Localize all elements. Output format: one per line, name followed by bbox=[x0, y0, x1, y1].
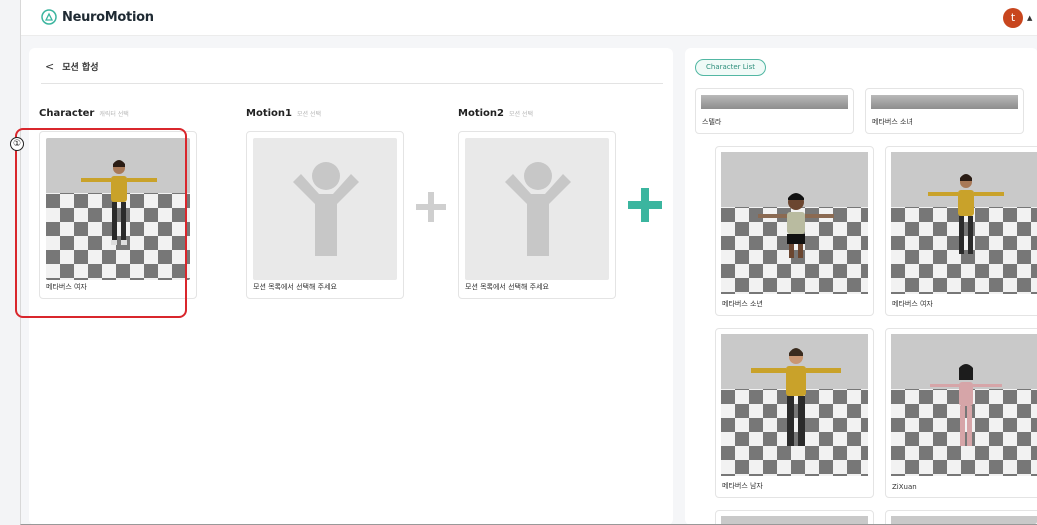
character-label: 메타버스 소녀 bbox=[872, 118, 913, 126]
character-card[interactable]: 메타버스 소녀 bbox=[865, 88, 1024, 134]
brand-logo[interactable]: NeuroMotion bbox=[41, 9, 154, 25]
back-nav[interactable]: < 모션 합성 bbox=[45, 60, 98, 73]
character-list-tab[interactable]: Character List bbox=[695, 59, 767, 76]
slot-title: Motion1 bbox=[246, 108, 292, 119]
slot-subtitle: 모션 선택 bbox=[508, 111, 533, 118]
top-bar: NeuroMotion t ▲ bbox=[21, 0, 1037, 36]
character-label: ZiXuan bbox=[892, 483, 917, 491]
brand-name: NeuroMotion bbox=[62, 9, 154, 25]
plus-icon bbox=[416, 192, 446, 222]
character-label: 메타버스 소년 bbox=[722, 300, 763, 308]
character-list-panel: Character List 스텔라 메타버스 소녀 메타버스 소년 메타버스 … bbox=[685, 48, 1037, 524]
character-card[interactable]: 메타버스 소년 bbox=[715, 146, 874, 316]
person-placeholder-icon bbox=[293, 162, 359, 256]
character-thumbnail bbox=[721, 516, 868, 524]
character-thumbnail bbox=[891, 334, 1037, 476]
character-thumbnail bbox=[891, 516, 1037, 524]
empty-motion-placeholder bbox=[253, 138, 397, 280]
character-card[interactable] bbox=[715, 510, 874, 524]
slot-title: Motion2 bbox=[458, 108, 504, 119]
add-motion-plus-icon[interactable] bbox=[626, 186, 664, 224]
character-card[interactable]: 메타버스 여자 bbox=[885, 146, 1037, 316]
motion2-slot-card[interactable]: 모션 목록에서 선택해 주세요 bbox=[458, 131, 616, 299]
slot-subtitle: 모션 선택 bbox=[296, 111, 321, 118]
caret-up-icon[interactable]: ▲ bbox=[1027, 14, 1032, 22]
card-label: 모션 목록에서 선택해 주세요 bbox=[253, 283, 337, 291]
slot-title: Character bbox=[39, 108, 95, 119]
divider bbox=[41, 83, 663, 84]
card-label: 모션 목록에서 선택해 주세요 bbox=[465, 283, 549, 291]
character-label: 스텔라 bbox=[702, 118, 722, 126]
character-label: 메타버스 여자 bbox=[892, 300, 933, 308]
motion1-slot-card[interactable]: 모션 목록에서 선택해 주세요 bbox=[246, 131, 404, 299]
selection-highlight bbox=[15, 128, 187, 318]
character-card[interactable]: ZiXuan bbox=[885, 328, 1037, 498]
character-card[interactable]: 메타버스 남자 bbox=[715, 328, 874, 498]
character-card[interactable] bbox=[885, 510, 1037, 524]
character-card[interactable]: 스텔라 bbox=[695, 88, 854, 134]
step-badge: ① bbox=[10, 137, 24, 151]
motion2-slot-header: Motion2 모션 선택 bbox=[458, 108, 533, 119]
character-label: 메타버스 남자 bbox=[722, 482, 763, 490]
character-thumbnail bbox=[701, 95, 848, 109]
character-slot-header: Character 캐릭터 선택 bbox=[39, 108, 129, 119]
character-thumbnail bbox=[721, 152, 868, 294]
character-thumbnail bbox=[871, 95, 1018, 109]
character-thumbnail bbox=[721, 334, 868, 476]
page-title: 모션 합성 bbox=[62, 63, 99, 73]
chevron-left-icon[interactable]: < bbox=[45, 60, 54, 73]
motion1-slot-header: Motion1 모션 선택 bbox=[246, 108, 321, 119]
character-thumbnail bbox=[891, 152, 1037, 294]
logo-icon bbox=[41, 9, 57, 25]
person-placeholder-icon bbox=[505, 162, 571, 256]
empty-motion-placeholder bbox=[465, 138, 609, 280]
slot-subtitle: 캐릭터 선택 bbox=[99, 111, 129, 118]
user-avatar[interactable]: t bbox=[1003, 8, 1023, 28]
